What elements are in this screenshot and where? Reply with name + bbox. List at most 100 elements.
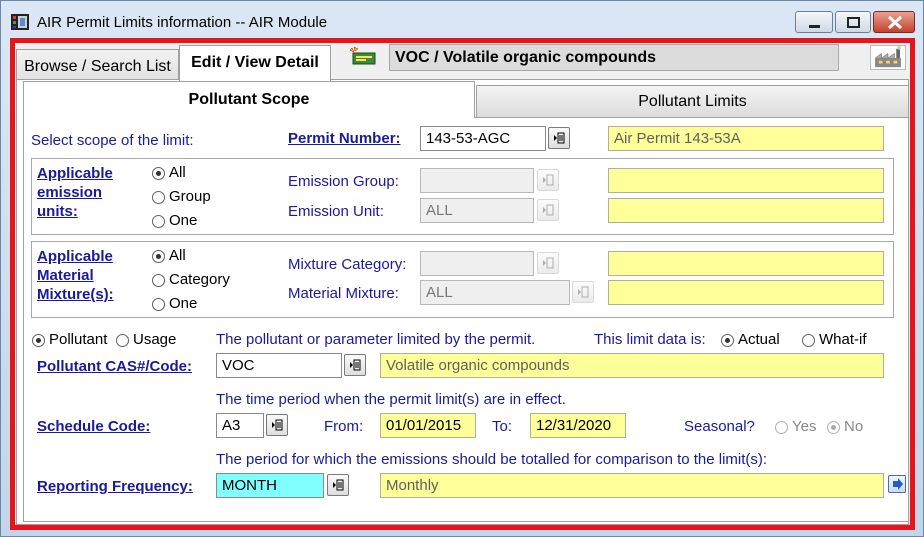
schedule-hint: The time period when the permit limit(s)… xyxy=(216,391,566,408)
lookup-icon xyxy=(578,286,589,298)
minimize-icon xyxy=(809,25,820,28)
title-bar[interactable]: AIR Permit Limits information -- AIR Mod… xyxy=(1,1,923,37)
factory-icon[interactable] xyxy=(870,45,906,70)
seasonal-label: Seasonal? xyxy=(684,418,755,435)
main-frame: Browse / Search List Edit / View Detail … xyxy=(10,38,915,530)
schedule-code-input[interactable]: A3 xyxy=(216,413,264,438)
material-one-label: One xyxy=(169,295,198,312)
emission-unit-label-text: Emission Unit: xyxy=(288,203,384,220)
to-label: To: xyxy=(492,418,513,435)
emission-unit-description xyxy=(608,198,884,223)
material-category-label: Category xyxy=(169,271,230,288)
pollutant-description: Volatile organic compounds xyxy=(380,353,884,378)
emission-one-label: One xyxy=(169,212,198,229)
tab-pollutant-scope[interactable]: Pollutant Scope xyxy=(23,81,475,118)
emission-group-label: Group xyxy=(169,188,211,205)
seasonal-no-radio[interactable] xyxy=(827,421,840,434)
close-button[interactable] xyxy=(873,11,915,33)
seasonal-yes-label: Yes xyxy=(792,418,817,435)
limit-data-label: This limit data is: xyxy=(594,331,706,348)
tab-edit-view-detail[interactable]: Edit / View Detail xyxy=(179,45,331,81)
schedule-code-link[interactable]: Schedule Code: xyxy=(37,418,150,435)
reporting-hint: The period for which the emissions shoul… xyxy=(216,451,768,468)
pollutant-lookup-button[interactable] xyxy=(344,354,366,376)
material-all-label: All xyxy=(169,247,186,264)
minimize-button[interactable] xyxy=(795,11,833,33)
next-page-button[interactable] xyxy=(888,475,906,493)
emission-one-radio[interactable] xyxy=(152,215,165,228)
material-heading-line-1: Applicable xyxy=(37,248,113,265)
permit-description: Air Permit 143-53A xyxy=(608,126,884,151)
usage-type-radio[interactable] xyxy=(116,334,129,347)
maximize-icon xyxy=(847,17,860,28)
actual-radio[interactable] xyxy=(721,334,734,347)
material-all-radio[interactable] xyxy=(152,250,165,263)
emission-group-input[interactable] xyxy=(420,168,534,193)
film-app-icon xyxy=(11,14,29,30)
permit-number-input[interactable]: 143-53-AGC xyxy=(420,126,546,151)
pollutant-type-radio[interactable] xyxy=(32,334,45,347)
what-if-label: What-if xyxy=(819,331,867,348)
emission-unit-input[interactable]: ALL xyxy=(420,198,534,223)
mixture-category-description xyxy=(608,251,884,276)
reporting-frequency-link[interactable]: Reporting Frequency: xyxy=(37,478,193,495)
to-date: 12/31/2020 xyxy=(530,413,626,438)
tab-limits-label: Pollutant Limits xyxy=(638,93,747,110)
mixture-category-label-text: Mixture Category: xyxy=(288,256,407,273)
emission-group-radio[interactable] xyxy=(152,191,165,204)
material-mixture-input[interactable]: ALL xyxy=(420,280,570,305)
from-date: 01/01/2015 xyxy=(380,413,476,438)
applicable-material-mixtures-link[interactable]: Applicable Material Mixture(s): xyxy=(37,247,114,304)
tab-browse-label: Browse / Search List xyxy=(24,58,171,75)
tab-browse-search-list[interactable]: Browse / Search List xyxy=(16,49,179,80)
arrow-right-icon xyxy=(893,478,903,490)
material-one-radio[interactable] xyxy=(152,298,165,311)
pollutant-cas-code-link[interactable]: Pollutant CAS#/Code: xyxy=(37,358,192,375)
material-category-radio[interactable] xyxy=(152,274,165,287)
lookup-icon xyxy=(272,419,283,431)
applicable-emission-units-link[interactable]: Applicable emission units: xyxy=(37,164,113,221)
schedule-lookup-button[interactable] xyxy=(266,414,288,436)
maximize-button[interactable] xyxy=(835,11,871,33)
window-title: AIR Permit Limits information -- AIR Mod… xyxy=(37,14,328,31)
pollutant-cas-input[interactable]: VOC xyxy=(216,353,342,378)
lookup-icon xyxy=(554,132,565,144)
record-edit-icon xyxy=(349,47,376,65)
material-mixture-description xyxy=(608,280,884,305)
emission-all-label: All xyxy=(169,164,186,181)
emission-all-radio[interactable] xyxy=(152,167,165,180)
material-heading-line-2: Material xyxy=(37,267,94,284)
mixture-category-lookup-button[interactable] xyxy=(537,252,559,274)
tab-pollutant-limits[interactable]: Pollutant Limits xyxy=(476,85,909,118)
lookup-icon xyxy=(543,204,554,216)
tab-scope-label: Pollutant Scope xyxy=(188,91,310,108)
material-mixture-lookup-button[interactable] xyxy=(572,281,594,303)
close-icon xyxy=(887,15,903,30)
emission-group-label-text: Emission Group: xyxy=(288,173,399,190)
tab-edit-label: Edit / View Detail xyxy=(191,54,319,71)
emission-heading-line-1: Applicable xyxy=(37,165,113,182)
emission-group-lookup-button[interactable] xyxy=(537,169,559,191)
pollutant-hint: The pollutant or parameter limited by th… xyxy=(216,331,536,348)
permit-lookup-button[interactable] xyxy=(548,127,570,149)
material-mixture-label-text: Material Mixture: xyxy=(288,285,399,302)
pollutant-scope-panel: Select scope of the limit: Permit Number… xyxy=(23,117,909,522)
what-if-radio[interactable] xyxy=(802,334,815,347)
app-window: AIR Permit Limits information -- AIR Mod… xyxy=(0,0,924,537)
mixture-category-input[interactable] xyxy=(420,251,534,276)
select-scope-label: Select scope of the limit: xyxy=(31,132,194,149)
emission-unit-lookup-button[interactable] xyxy=(537,199,559,221)
emission-heading-line-2: emission xyxy=(37,184,103,201)
emission-group-description xyxy=(608,168,884,193)
lookup-icon xyxy=(333,479,344,491)
emission-heading-line-3: units: xyxy=(37,203,78,220)
detail-content: Pollutant Scope Pollutant Limits Select … xyxy=(16,79,909,525)
seasonal-yes-radio[interactable] xyxy=(775,421,788,434)
permit-number-link[interactable]: Permit Number: xyxy=(288,130,401,147)
reporting-lookup-button[interactable] xyxy=(327,474,349,496)
reporting-frequency-input[interactable]: MONTH xyxy=(216,473,324,498)
usage-type-label: Usage xyxy=(133,331,177,348)
lookup-icon xyxy=(350,359,361,371)
pollutant-type-label: Pollutant xyxy=(49,331,108,348)
lookup-icon xyxy=(543,257,554,269)
